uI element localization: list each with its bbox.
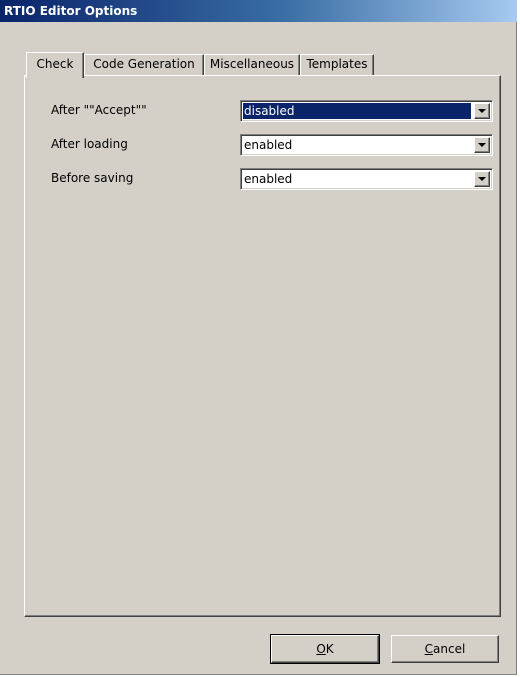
tab-miscellaneous[interactable]: Miscellaneous — [204, 54, 300, 76]
check-tab-panel: After ""Accept"" disabled After loading … — [24, 75, 501, 617]
after-loading-label: After loading — [51, 137, 128, 151]
options-dialog: RTIO Editor Options Check Code Generatio… — [0, 0, 517, 675]
after-accept-dropdown[interactable]: disabled — [240, 100, 493, 122]
cancel-mnemonic: C — [424, 642, 434, 656]
chevron-down-icon[interactable] — [474, 171, 490, 187]
before-saving-dropdown[interactable]: enabled — [240, 168, 493, 190]
title-bar: RTIO Editor Options — [0, 0, 517, 22]
window-title: RTIO Editor Options — [4, 4, 138, 18]
cancel-label-rest: ancel — [433, 642, 466, 656]
chevron-down-icon[interactable] — [474, 137, 490, 153]
after-accept-label: After ""Accept"" — [51, 103, 147, 117]
after-loading-dropdown[interactable]: enabled — [240, 134, 493, 156]
ok-label-rest: K — [325, 642, 334, 656]
ok-button[interactable]: OK — [270, 634, 380, 664]
before-saving-value: enabled — [244, 172, 293, 186]
before-saving-label: Before saving — [51, 171, 134, 185]
tab-code-generation[interactable]: Code Generation — [84, 54, 204, 76]
tab-check[interactable]: Check — [26, 52, 84, 78]
tab-templates[interactable]: Templates — [300, 54, 374, 76]
chevron-down-icon[interactable] — [474, 103, 490, 119]
cancel-button[interactable]: Cancel — [391, 635, 499, 663]
after-accept-value: disabled — [243, 103, 471, 119]
after-loading-value: enabled — [244, 138, 293, 152]
ok-mnemonic: O — [316, 642, 326, 656]
